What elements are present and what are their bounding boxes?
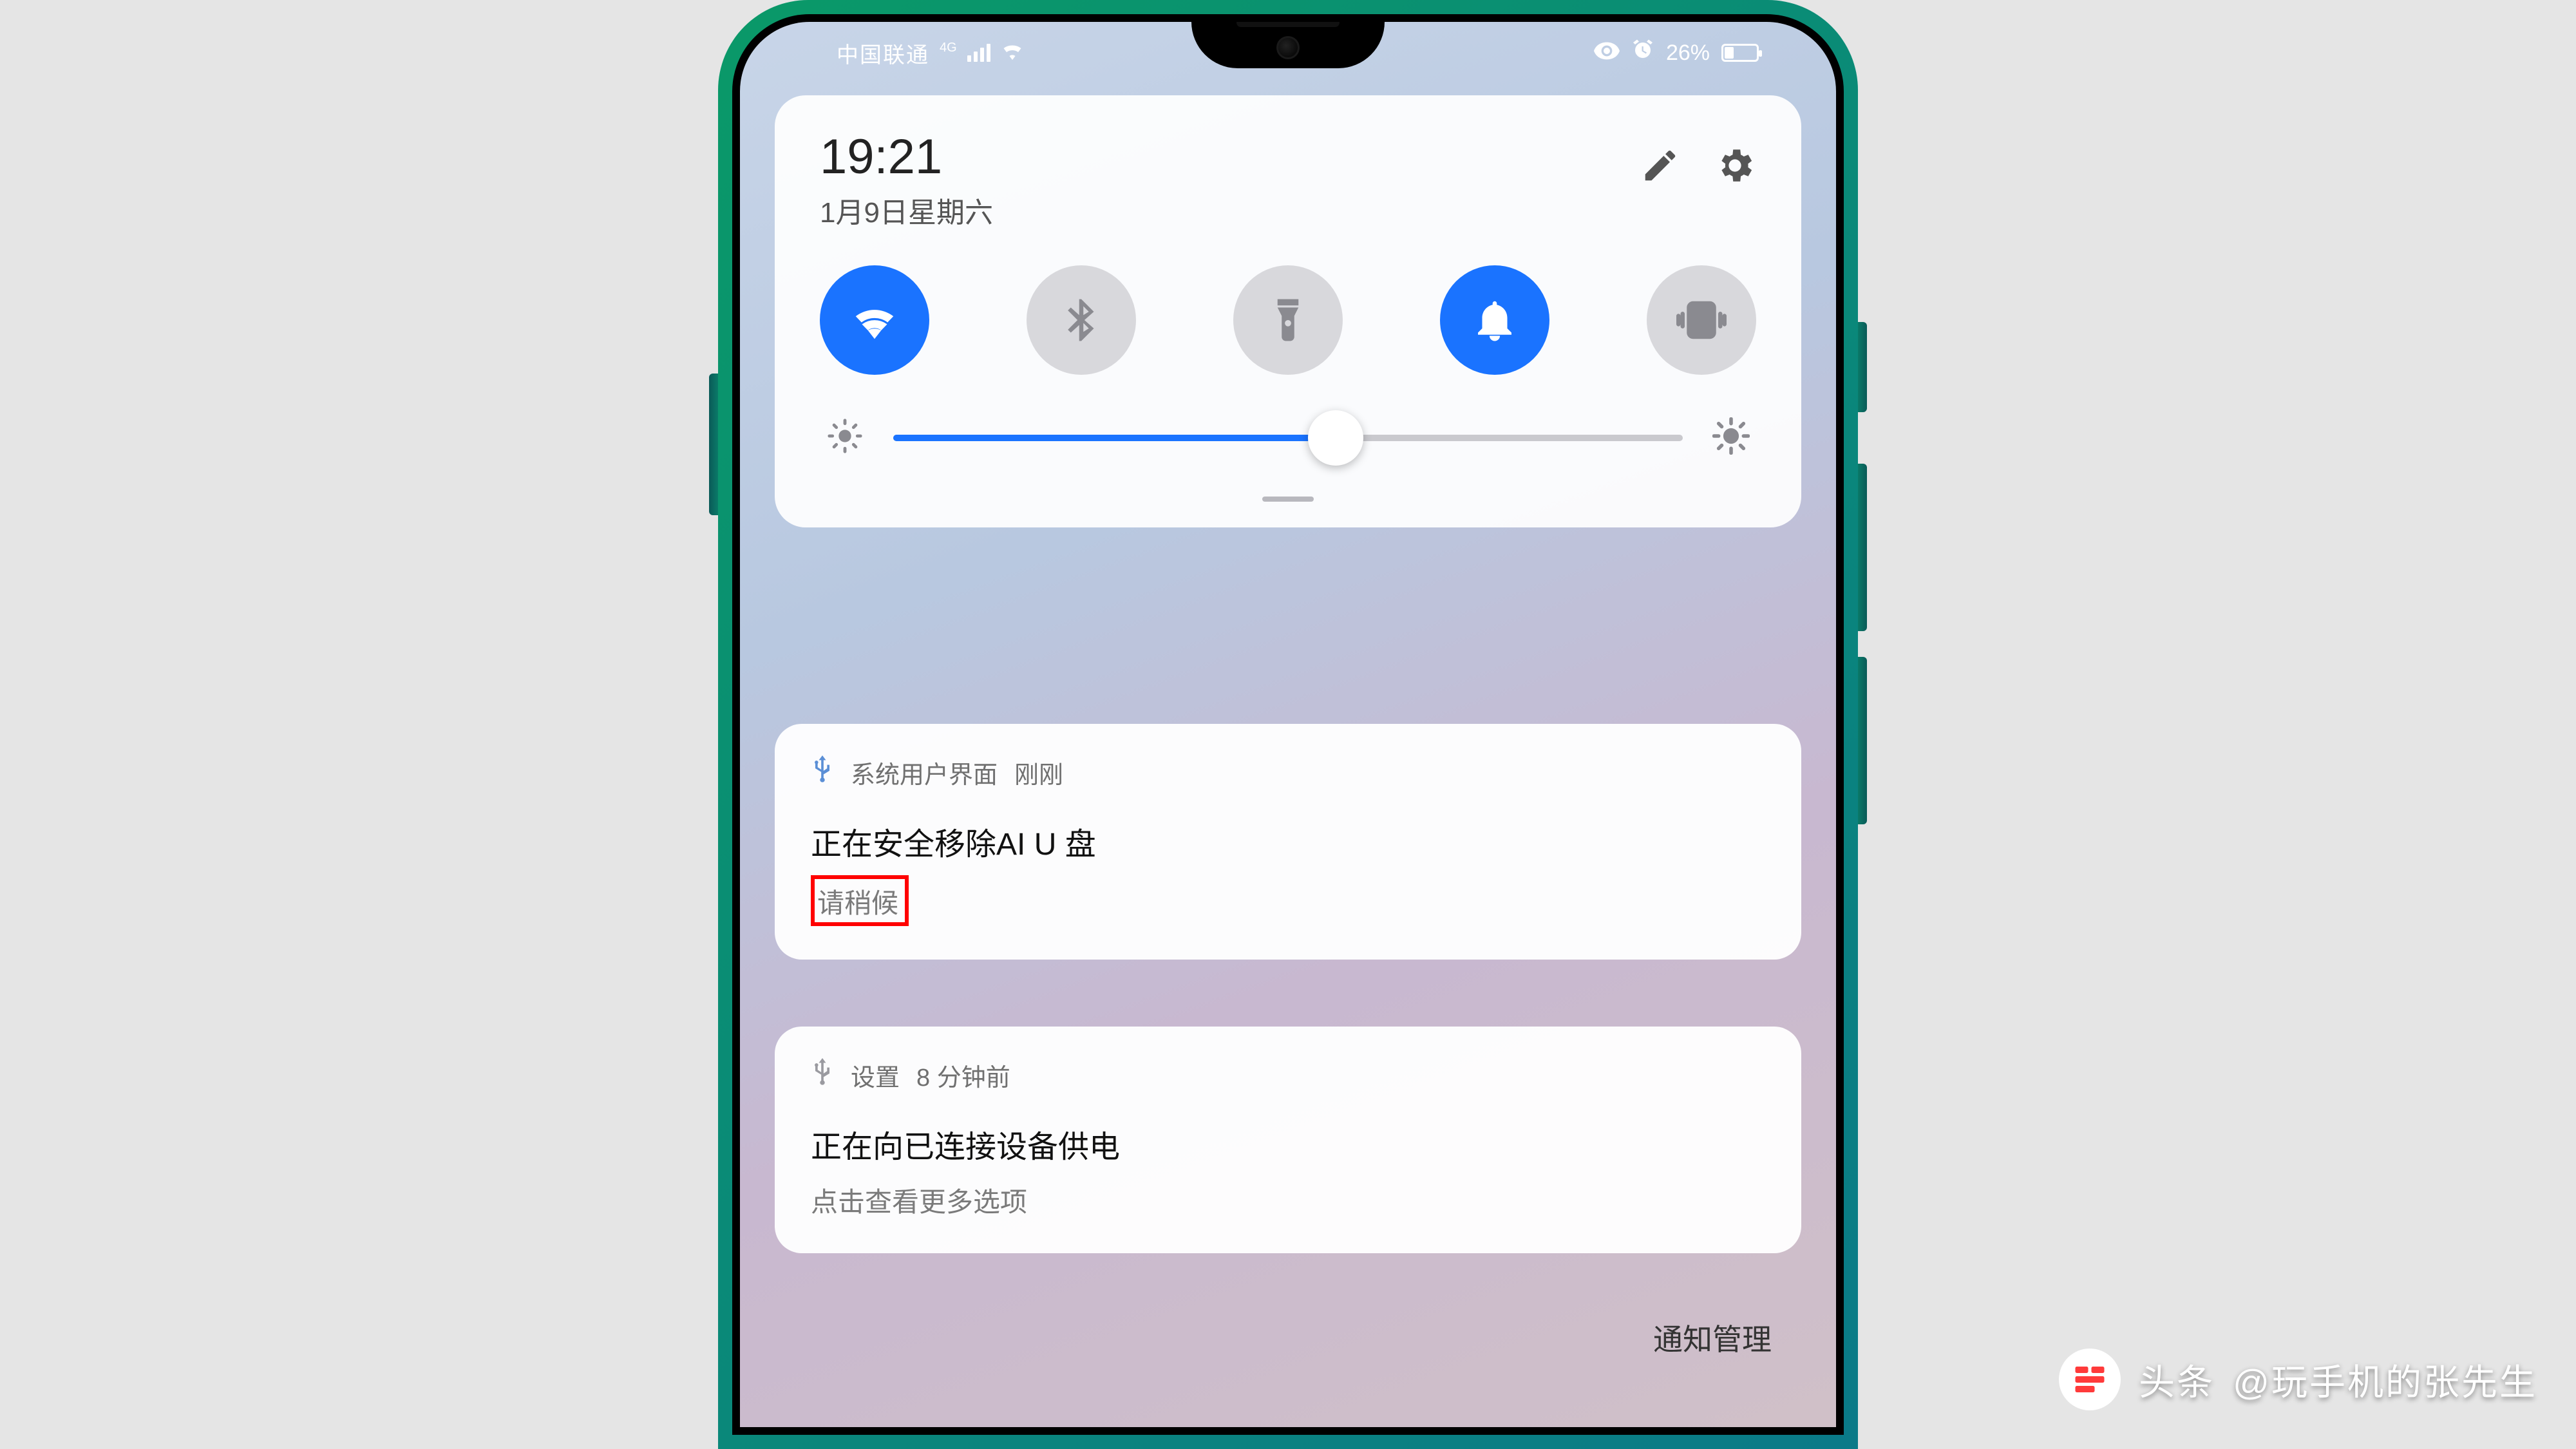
signal-icon — [967, 44, 990, 62]
eye-protect-icon — [1594, 41, 1620, 66]
screen: 中国联通 4G 26% — [740, 22, 1836, 1427]
notification-subtitle: 点击查看更多选项 — [811, 1180, 1765, 1220]
notification-card[interactable]: 设置 8 分钟前 正在向已连接设备供电 点击查看更多选项 — [775, 1027, 1801, 1253]
battery-label: 26% — [1666, 41, 1710, 66]
power-button — [709, 374, 718, 515]
notification-app-label: 设置 — [851, 1057, 900, 1093]
flashlight-tile[interactable] — [1233, 265, 1343, 375]
brightness-low-icon — [826, 417, 864, 458]
pull-handle[interactable] — [1262, 497, 1314, 502]
notification-manage-link[interactable]: 通知管理 — [1653, 1316, 1772, 1359]
notification-title: 正在向已连接设备供电 — [811, 1121, 1765, 1166]
highlight-box: 请稍候 — [811, 875, 909, 926]
gear-icon[interactable] — [1714, 144, 1756, 190]
edit-icon[interactable] — [1640, 146, 1680, 189]
alarm-icon — [1631, 39, 1654, 68]
notification-app-label: 系统用户界面 — [851, 755, 998, 790]
bell-tile[interactable] — [1440, 265, 1549, 375]
watermark-author: @玩手机的张先生 — [2233, 1354, 2537, 1406]
wifi-tile[interactable] — [820, 265, 929, 375]
usb-icon — [811, 755, 834, 790]
phone-frame: 中国联通 4G 26% — [718, 0, 1858, 1449]
notification-title: 正在安全移除AI U 盘 — [811, 819, 1765, 864]
quick-settings-panel: 19:21 1月9日星期六 — [775, 95, 1801, 527]
notification-card[interactable]: 系统用户界面 刚刚 正在安全移除AI U 盘 请稍候 — [775, 724, 1801, 960]
network-label: 4G — [940, 41, 957, 55]
notification-subtitle: 请稍候 — [817, 888, 898, 918]
usb-icon — [811, 1058, 834, 1093]
side-button — [1858, 322, 1867, 412]
watermark-logo — [2059, 1349, 2121, 1410]
wifi-status-icon — [1001, 41, 1024, 66]
watermark: 头条 @玩手机的张先生 — [2059, 1349, 2537, 1410]
notification-time-label: 刚刚 — [1014, 755, 1063, 790]
vibrate-tile[interactable] — [1647, 265, 1756, 375]
brightness-thumb[interactable] — [1308, 410, 1363, 466]
watermark-label: 头条 — [2139, 1354, 2215, 1406]
brightness-high-icon — [1712, 417, 1750, 458]
clock-date: 1月9日星期六 — [820, 189, 993, 231]
brightness-slider[interactable] — [893, 435, 1683, 441]
status-bar: 中国联通 4G 26% — [740, 22, 1836, 84]
volume-down-button — [1858, 657, 1867, 824]
clock-time: 19:21 — [820, 133, 993, 182]
notification-time-label: 8 分钟前 — [916, 1057, 1010, 1093]
carrier-label: 中国联通 — [837, 37, 929, 69]
bluetooth-tile[interactable] — [1027, 265, 1136, 375]
volume-up-button — [1858, 464, 1867, 631]
battery-icon — [1721, 44, 1759, 62]
